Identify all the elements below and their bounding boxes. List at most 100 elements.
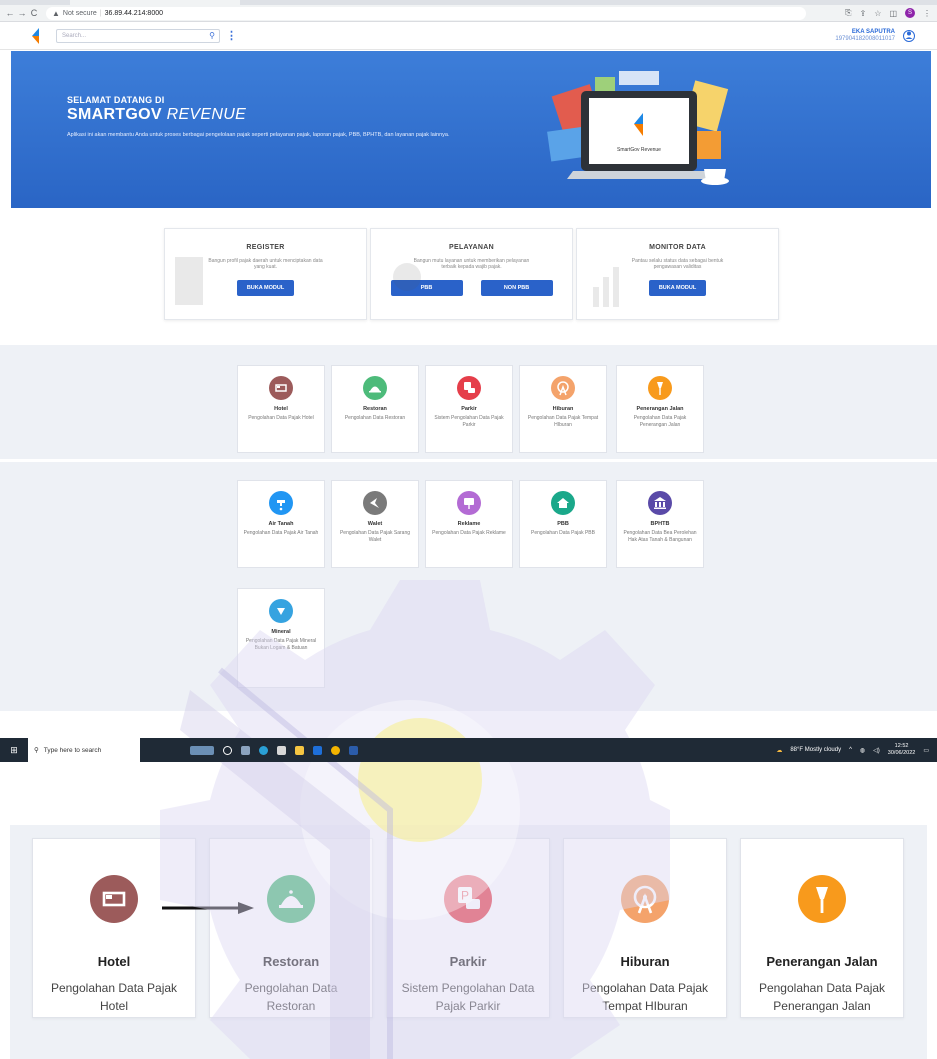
zoom-tile-hiburan[interactable]: Hiburan Pengolahan Data Pajak Tempat HIb…	[563, 838, 727, 1018]
search-icon: ⚲	[34, 747, 39, 754]
star-icon[interactable]: ☆	[874, 9, 881, 18]
tile-parkir[interactable]: Parkir Sistem Pengolahan Data Pajak Park…	[425, 365, 513, 453]
ferris-wheel-icon	[551, 376, 575, 400]
app-header: Search... ⚲ ⋮ EKA SAPUTRA 19790418200801…	[0, 22, 937, 50]
taskbar-search-input[interactable]: ⚲ Type here to search	[28, 738, 140, 762]
hero-welcome: SELAMAT DATANG DI	[67, 95, 165, 105]
laptop-screen-text: SmartGov Revenue	[617, 147, 661, 153]
clock[interactable]: 12:52 30/06/2022	[888, 743, 916, 757]
tile-desc: Pengolahan Data Pajak Tempat HIburan	[581, 981, 709, 1013]
store-icon[interactable]	[277, 745, 286, 755]
tile-name: Reklame	[457, 521, 481, 527]
tile-desc: Pengolahan Data Restoran	[244, 981, 338, 1013]
tab-icon[interactable]: ◫	[889, 9, 897, 18]
tile-restoran[interactable]: Restoran Pengolahan Data Restoran	[331, 365, 419, 453]
tile-pbb[interactable]: PBB Pengolahan Data Pajak PBB	[519, 480, 607, 568]
module-title: PELAYANAN	[449, 244, 494, 251]
cortana-icon[interactable]	[223, 745, 232, 755]
translate-icon[interactable]: ⎘	[845, 8, 851, 18]
warning-icon: ▲	[52, 8, 60, 18]
notification-icon[interactable]: ▭	[923, 747, 929, 754]
tile-desc: Pengolahan Data Pajak Hotel	[50, 981, 178, 1013]
weather-text[interactable]: 88°F Mostly cloudy	[790, 747, 841, 753]
tile-name: Penerangan Jalan	[636, 406, 684, 412]
smartgov-logo[interactable]	[30, 27, 44, 44]
zoom-tile-penerangan-jalan[interactable]: Penerangan Jalan Pengolahan Data Pajak P…	[740, 838, 904, 1018]
user-avatar-icon[interactable]	[903, 29, 915, 42]
reload-icon[interactable]: C	[28, 8, 40, 18]
taskbar-search-placeholder: Type here to search	[43, 746, 102, 754]
zoom-tile-parkir[interactable]: P Parkir Sistem Pengolahan Data Pajak Pa…	[386, 838, 550, 1018]
search-icon[interactable]: ⚲	[209, 31, 215, 40]
share-icon[interactable]: ⇪	[860, 9, 867, 18]
word-icon[interactable]	[349, 745, 358, 755]
tile-name: Air Tanah	[268, 521, 294, 527]
chrome-icon[interactable]	[331, 745, 340, 755]
tile-desc: Pengolahan Data Pajak Sarang Walet	[339, 530, 411, 543]
tile-desc: Pengolahan Data Bea Perolehan Hak Atas T…	[623, 530, 697, 543]
tile-desc: Pengolahan Data Pajak Penerangan Jalan	[633, 415, 687, 428]
tile-mineral[interactable]: Mineral Pengolahan Data Pajak Mineral Bu…	[237, 588, 325, 688]
billboard-icon	[457, 491, 481, 515]
annotation-arrow-icon	[162, 902, 254, 914]
back-icon[interactable]: ←	[4, 8, 16, 18]
tile-air-tanah[interactable]: Air Tanah Pengolahan Data Pajak Air Tana…	[237, 480, 325, 568]
user-info[interactable]: EKA SAPUTRA 197904182008011017	[835, 29, 895, 43]
screenshot-root: ← → C ▲ Not secure | 36.89.44.214:8000 ⎘…	[0, 0, 937, 1059]
volume-icon[interactable]: ◁)	[873, 747, 880, 754]
zoom-tile-restoran[interactable]: Restoran Pengolahan Data Restoran	[209, 838, 373, 1018]
module-pelayanan: PELAYANAN Bangun mutu layanan untuk memb…	[370, 228, 573, 320]
buka-modul-register-button[interactable]: BUKA MODUL	[236, 280, 295, 296]
tile-hiburan[interactable]: Hiburan Pengolahan Data Pajak Tempat HIb…	[519, 365, 607, 453]
clock-date: 30/06/2022	[887, 750, 916, 756]
windows-taskbar: ⊞ ⚲ Type here to search ☁ 88°F Mostly cl…	[0, 738, 937, 762]
module-monitor-data: MONITOR DATA Pantau selalu status data s…	[576, 228, 779, 320]
tile-desc: Sistem Pengolahan Data Pajak Parkir	[401, 981, 535, 1013]
tile-hotel[interactable]: Hotel Pengolahan Data Pajak Hotel	[237, 365, 325, 453]
zoom-tile-hotel[interactable]: Hotel Pengolahan Data Pajak Hotel	[32, 838, 196, 1018]
tile-desc: Pengolahan Data Pajak Penerangan Jalan	[758, 981, 886, 1013]
menu-kebab-icon[interactable]: ⋮	[923, 9, 931, 18]
water-tap-icon	[269, 491, 293, 515]
url-text: 36.89.44.214:8000	[104, 9, 163, 17]
tile-desc: Pengolahan Data Pajak Hotel	[248, 415, 314, 421]
bed-icon	[269, 376, 293, 400]
ferris-wheel-icon	[621, 875, 669, 923]
tile-name: Parkir	[449, 954, 487, 969]
tile-penerangan-jalan[interactable]: Penerangan Jalan Pengolahan Data Pajak P…	[616, 365, 704, 453]
document-icon	[175, 257, 203, 305]
modules-section: REGISTER Bangun profil pajak daerah untu…	[0, 210, 937, 335]
chevron-up-icon[interactable]: ^	[849, 747, 852, 753]
clock-time: 12:52	[894, 743, 909, 749]
tile-walet[interactable]: Walet Pengolahan Data Pajak Sarang Walet	[331, 480, 419, 568]
tile-reklame[interactable]: Reklame Pengolahan Data Pajak Reklame	[425, 480, 513, 568]
news-thumbnail-icon[interactable]	[190, 745, 214, 755]
menu-kebab-icon[interactable]: ⋮	[226, 29, 237, 42]
user-nip: 197904182008011017	[835, 35, 895, 42]
module-subtitle: Bangun profil pajak daerah untuk mencipt…	[208, 258, 323, 270]
task-view-icon[interactable]	[241, 745, 250, 755]
windows-start-icon[interactable]: ⊞	[0, 745, 28, 756]
module-register: REGISTER Bangun profil pajak daerah untu…	[164, 228, 367, 320]
mail-icon[interactable]	[313, 745, 322, 755]
laptop-illustration: SmartGov Revenue	[547, 71, 729, 185]
tile-name: Penerangan Jalan	[766, 954, 878, 969]
profile-avatar[interactable]: S	[905, 8, 915, 18]
tile-name: BPHTB	[650, 521, 670, 527]
module-subtitle: Bangun mutu layanan untuk memberikan pel…	[413, 258, 530, 270]
file-explorer-icon[interactable]	[295, 745, 304, 755]
buka-modul-monitor-button[interactable]: BUKA MODUL	[648, 280, 707, 296]
address-bar[interactable]: ▲ Not secure | 36.89.44.214:8000	[46, 6, 806, 20]
tile-bphtb[interactable]: BPHTB Pengolahan Data Bea Perolehan Hak …	[616, 480, 704, 568]
tax-tiles-row1: Hotel Pengolahan Data Pajak Hotel Restor…	[0, 345, 937, 459]
non-pbb-button[interactable]: NON PBB	[480, 280, 553, 296]
tile-name: Mineral	[271, 629, 291, 635]
network-icon[interactable]: ◍	[860, 747, 865, 754]
mineral-icon	[269, 599, 293, 623]
search-input[interactable]: Search... ⚲	[56, 28, 220, 43]
forward-icon[interactable]: →	[16, 8, 28, 18]
tax-tiles-row2: Air Tanah Pengolahan Data Pajak Air Tana…	[0, 462, 937, 711]
tile-desc: Pengolahan Data Pajak Mineral Bukan Loga…	[245, 638, 317, 651]
edge-icon[interactable]	[259, 745, 268, 755]
browser-actions: ⎘ ⇪ ☆ ◫ S ⋮	[845, 8, 937, 18]
